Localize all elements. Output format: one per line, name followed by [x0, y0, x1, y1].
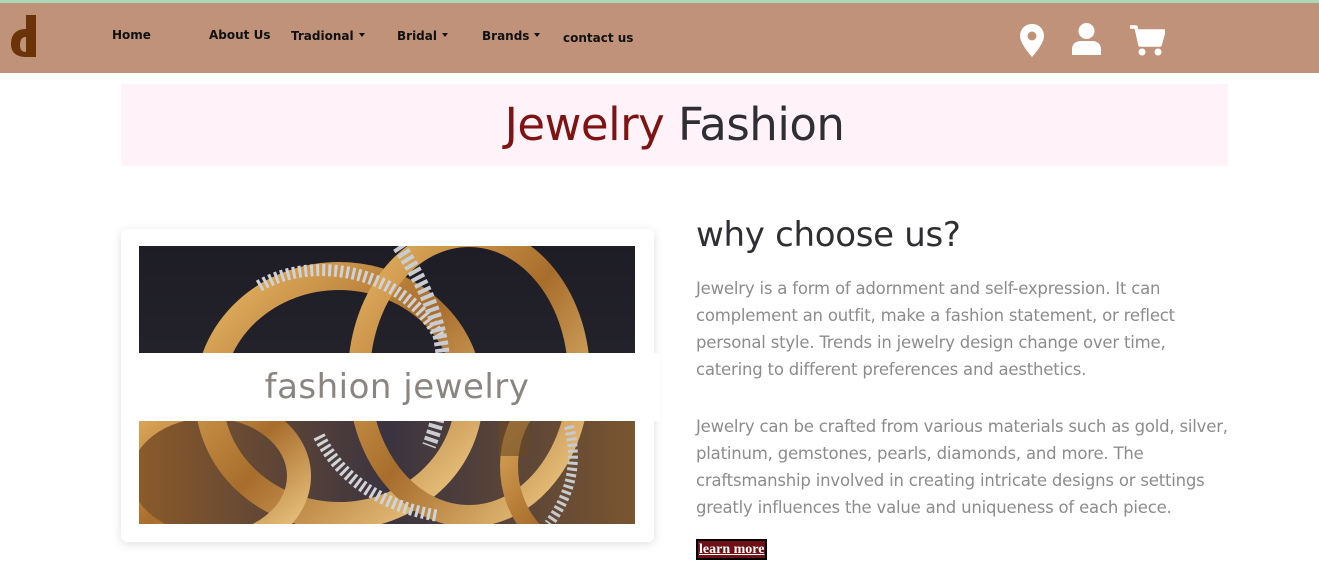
- navbar: Home About Us Tradional Bridal Brands co…: [0, 3, 1319, 73]
- location-icon[interactable]: [1020, 24, 1044, 57]
- image-caption-band: fashion jewelry: [139, 353, 660, 421]
- page-title-rest: Fashion: [664, 98, 845, 151]
- section-paragraph-1: Jewelry is a form of adornment and self-…: [696, 279, 1175, 379]
- nav-brands-label: Brands: [482, 29, 530, 43]
- page-title: Jewelry Fashion: [121, 84, 1228, 166]
- nav-contact-us[interactable]: contact us: [563, 31, 633, 45]
- nav-traditional-dropdown[interactable]: Tradional: [291, 29, 365, 43]
- caret-down-icon: [358, 33, 365, 37]
- nav-bridal-dropdown[interactable]: Bridal: [397, 29, 448, 43]
- image-caption: fashion jewelry: [264, 367, 530, 407]
- section-paragraph-2: Jewelry can be crafted from various mate…: [696, 417, 1228, 517]
- nav-home[interactable]: Home: [112, 28, 151, 42]
- section-heading: why choose us?: [696, 215, 961, 255]
- brand-logo[interactable]: [10, 15, 40, 59]
- hero-banner: Jewelry Fashion: [121, 84, 1228, 166]
- learn-more-button[interactable]: learn more: [696, 539, 768, 560]
- nav-bridal-label: Bridal: [397, 29, 437, 43]
- image-card: fashion jewelry: [121, 229, 660, 542]
- caret-down-icon: [534, 33, 541, 37]
- cart-icon[interactable]: [1130, 25, 1165, 56]
- user-icon[interactable]: [1072, 23, 1101, 55]
- page-title-accent: Jewelry: [504, 98, 665, 151]
- nav-about-us[interactable]: About Us: [209, 28, 270, 42]
- caret-down-icon: [441, 33, 448, 37]
- nav-traditional-label: Tradional: [291, 29, 354, 43]
- nav-brands-dropdown[interactable]: Brands: [482, 29, 541, 43]
